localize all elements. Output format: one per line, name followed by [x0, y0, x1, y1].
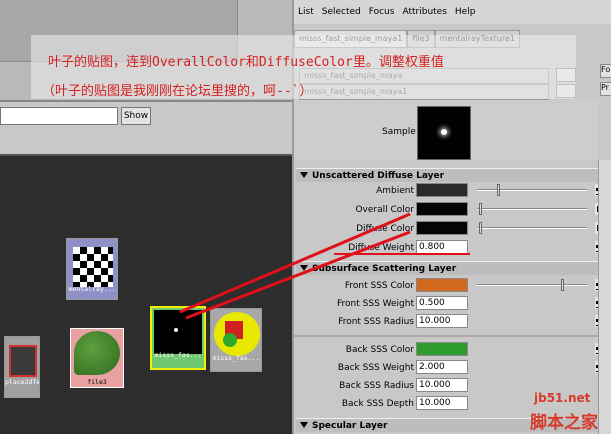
diffuse-color-swatch[interactable]: [416, 221, 468, 235]
ambient-color-swatch[interactable]: [416, 183, 468, 197]
ambient-label: Ambient: [376, 186, 414, 196]
vertical-scrollbar[interactable]: [598, 160, 611, 434]
overall-color-label: Overall Color: [355, 205, 414, 215]
search-input[interactable]: [0, 107, 118, 125]
section-title: Specular Layer: [312, 421, 388, 431]
focus-button[interactable]: Fo: [600, 64, 611, 78]
front-sss-radius-label: Front SSS Radius: [338, 317, 414, 327]
shader-highlight-icon: [174, 328, 178, 332]
sphere-icon: [223, 333, 237, 347]
annotation-text-line1: 叶子的贴图，连到OverallColor和DiffuseColor里。调整权重值: [48, 55, 444, 70]
front-sss-color-label: Front SSS Color: [344, 281, 414, 291]
node-misss-fast-simple-1[interactable]: misss_fas...: [150, 306, 206, 370]
diffuse-weight-field[interactable]: 0.800: [416, 240, 468, 254]
back-sss-color-swatch[interactable]: [416, 342, 468, 356]
node-misss-fast-simple-2[interactable]: misss_fas...: [210, 308, 262, 372]
back-sss-color-label: Back SSS Color: [345, 345, 414, 355]
watermark-name: 脚本之家: [530, 413, 598, 433]
node-label: file3: [87, 378, 107, 386]
collapse-arrow-icon: [300, 172, 308, 178]
annotation-text-line2: （叶子的贴图是我刚刚在论坛里搜的，呵--`）: [42, 84, 313, 99]
menu-list[interactable]: List: [294, 7, 318, 17]
menu-attributes[interactable]: Attributes: [398, 7, 450, 17]
watermark-site: jb51.net: [534, 391, 591, 405]
leaf-texture-icon: [74, 331, 120, 375]
diffuse-color-slider[interactable]: [477, 221, 587, 235]
node-label: place2dTe...: [5, 378, 39, 386]
sample-label: Sample: [382, 127, 416, 137]
overall-color-slider[interactable]: [477, 202, 587, 216]
menu-selected[interactable]: Selected: [318, 7, 365, 17]
ambient-slider[interactable]: [477, 183, 587, 197]
front-sss-color-swatch[interactable]: [416, 278, 468, 292]
menu-bar: List Selected Focus Attributes Help: [294, 0, 611, 24]
shader-preview-icon: [154, 310, 202, 354]
diffuse-color-label: Diffuse Color: [356, 224, 414, 234]
place2d-icon: [9, 345, 37, 377]
back-sss-radius-label: Back SSS Radius: [339, 381, 414, 391]
section-subsurface-scattering[interactable]: Subsurface Scattering Layer: [296, 261, 599, 275]
front-sss-color-slider[interactable]: [477, 278, 587, 292]
front-sss-radius-field[interactable]: 10.000: [416, 314, 468, 328]
overall-color-swatch[interactable]: [416, 202, 468, 216]
checker-texture-icon: [73, 247, 113, 287]
front-sss-weight-label: Front SSS Weight: [337, 299, 414, 309]
diffuse-weight-label: Diffuse Weight: [348, 243, 414, 253]
presets-button[interactable]: Pr: [600, 82, 611, 96]
node-mentalray-texture[interactable]: mentalray...: [66, 238, 118, 300]
node-file3[interactable]: file3: [70, 328, 124, 388]
section-title: Subsurface Scattering Layer: [312, 264, 457, 274]
back-sss-weight-label: Back SSS Weight: [337, 363, 414, 373]
back-sss-depth-label: Back SSS Depth: [341, 399, 414, 409]
divider: [294, 335, 598, 337]
node-label: misss_fas...: [154, 351, 202, 359]
node-place2d-texture[interactable]: place2dTe...: [4, 336, 40, 398]
section-unscattered-diffuse[interactable]: Unscattered Diffuse Layer: [296, 168, 599, 182]
back-sss-radius-field[interactable]: 10.000: [416, 378, 468, 392]
node-label: mentalray...: [68, 285, 116, 293]
collapse-arrow-icon: [300, 265, 308, 271]
back-sss-weight-field[interactable]: 2.000: [416, 360, 468, 374]
collapse-arrow-icon: [300, 422, 308, 428]
hypershade-graph[interactable]: mentalray... place2dTe... file3 misss_fa…: [0, 154, 292, 434]
show-button[interactable]: Show: [121, 107, 151, 125]
menu-focus[interactable]: Focus: [365, 7, 399, 17]
node-label: misss_fas...: [212, 354, 260, 362]
sample-highlight-icon: [441, 129, 447, 135]
menu-help[interactable]: Help: [451, 7, 480, 17]
front-sss-weight-field[interactable]: 0.500: [416, 296, 468, 310]
back-sss-depth-field[interactable]: 10.000: [416, 396, 468, 410]
left-panel-divider: [0, 100, 292, 102]
section-title: Unscattered Diffuse Layer: [312, 171, 445, 181]
